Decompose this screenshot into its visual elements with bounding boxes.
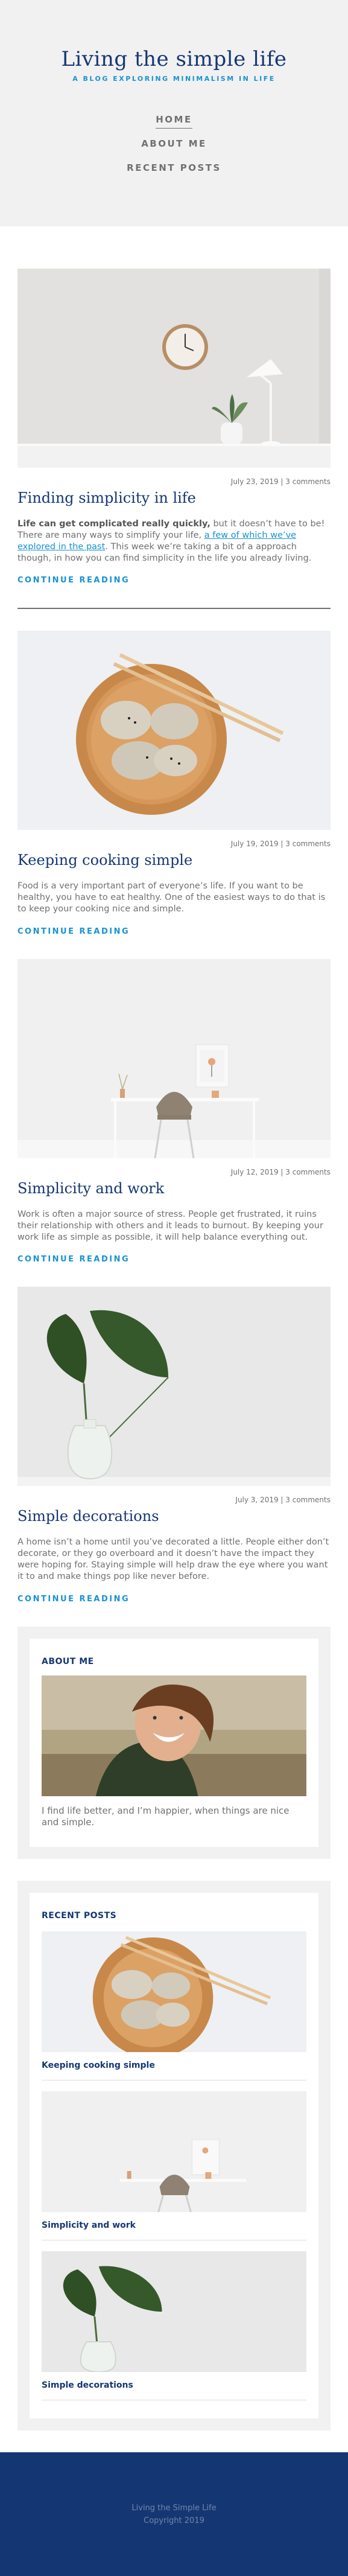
continue-reading-link[interactable]: CONTINUE READING <box>17 1595 130 1604</box>
main-nav: HOME ABOUT ME RECENT POSTS <box>0 114 348 173</box>
recent-post-title[interactable]: Simple decorations <box>42 2380 306 2400</box>
post-title[interactable]: Finding simplicity in life <box>17 489 331 506</box>
post-meta: July 3, 2019 | 3 comments <box>235 1496 331 1505</box>
site-header: Living the simple life A BLOG EXPLORING … <box>0 0 348 226</box>
post-divider <box>17 608 331 610</box>
nav-home-label: HOME <box>156 114 192 129</box>
about-portrait-image <box>42 1675 306 1796</box>
dumplings-thumb <box>42 1931 306 2052</box>
widget-title: ABOUT ME <box>42 1656 94 1666</box>
post-title[interactable]: Keeping cooking simple <box>17 852 331 869</box>
recent-post-item[interactable]: Keeping cooking simple <box>42 1931 306 2080</box>
blog-post: July 19, 2019 | 3 comments Keeping cooki… <box>17 631 331 936</box>
blog-post: July 3, 2019 | 3 comments Simple decorat… <box>17 1287 331 1604</box>
post-meta: July 19, 2019 | 3 comments <box>230 840 331 849</box>
recent-post-item[interactable]: Simple decorations <box>42 2251 306 2400</box>
about-me-card: ABOUT ME I find life better, and I’m hap… <box>30 1638 318 1847</box>
post-title[interactable]: Simplicity and work <box>17 1180 331 1197</box>
recent-post-image[interactable] <box>42 1931 306 2052</box>
site-tagline: A BLOG EXPLORING MINIMALISM IN LIFE <box>72 75 276 83</box>
post-image-dumplings[interactable] <box>17 631 331 831</box>
post-image-desk-chair[interactable] <box>17 958 331 1158</box>
about-me-widget: ABOUT ME I find life better, and I’m hap… <box>17 1626 331 1859</box>
about-text: I find life better, and I’m happier, whe… <box>42 1805 289 1828</box>
recent-post-title[interactable]: Keeping cooking simple <box>42 2061 306 2080</box>
footer-site-name: Living the Simple Life <box>131 2503 217 2513</box>
widget-title: RECENT POSTS <box>42 1910 117 1921</box>
blog-post: July 12, 2019 | 3 comments Simplicity an… <box>17 958 331 1264</box>
desk-chair-thumb <box>42 2091 306 2212</box>
dumplings-illustration <box>17 631 331 831</box>
post-excerpt: Life can get complicated really quickly,… <box>17 518 331 564</box>
post-excerpt: Work is often a major source of stress. … <box>17 1209 323 1242</box>
portrait-illustration <box>42 1675 306 1796</box>
post-image-plant-vase[interactable] <box>17 1287 331 1487</box>
site-title[interactable]: Living the simple life <box>0 47 348 71</box>
desk-chair-illustration <box>17 958 331 1158</box>
clock-lamp-illustration <box>17 269 331 468</box>
continue-reading-link[interactable]: CONTINUE READING <box>17 927 130 936</box>
post-meta: July 12, 2019 | 3 comments <box>230 1167 331 1176</box>
post-image-clock-lamp[interactable] <box>17 269 331 468</box>
recent-post-title[interactable]: Simplicity and work <box>42 2221 306 2240</box>
nav-recent-posts[interactable]: RECENT POSTS <box>0 162 348 173</box>
post-meta: July 23, 2019 | 3 comments <box>230 477 331 486</box>
recent-post-item[interactable]: Simplicity and work <box>42 2091 306 2240</box>
continue-reading-link[interactable]: CONTINUE READING <box>17 1255 130 1264</box>
main-content: July 23, 2019 | 3 comments Finding simpl… <box>0 226 348 2431</box>
recent-posts-card: RECENT POSTS Keeping cooking simple Simp… <box>30 1892 318 2418</box>
site-footer: Living the Simple Life Copyright 2019 <box>0 2452 348 2576</box>
recent-posts-widget: RECENT POSTS Keeping cooking simple Simp… <box>17 1880 331 2431</box>
nav-about-me[interactable]: ABOUT ME <box>0 138 348 149</box>
footer-copyright: Copyright 2019 <box>144 2516 204 2525</box>
nav-home[interactable]: HOME <box>0 114 348 129</box>
post-excerpt: A home isn’t a home until you’ve decorat… <box>17 1537 329 1581</box>
recent-post-image[interactable] <box>42 2251 306 2372</box>
plant-vase-thumb <box>42 2251 306 2372</box>
blog-post: July 23, 2019 | 3 comments Finding simpl… <box>17 269 331 585</box>
excerpt-strong: Life can get complicated really quickly, <box>17 519 210 529</box>
plant-vase-illustration <box>17 1287 331 1487</box>
post-title[interactable]: Simple decorations <box>17 1508 331 1525</box>
continue-reading-link[interactable]: CONTINUE READING <box>17 576 130 585</box>
post-excerpt: Food is a very important part of everyon… <box>17 881 326 914</box>
recent-post-image[interactable] <box>42 2091 306 2212</box>
